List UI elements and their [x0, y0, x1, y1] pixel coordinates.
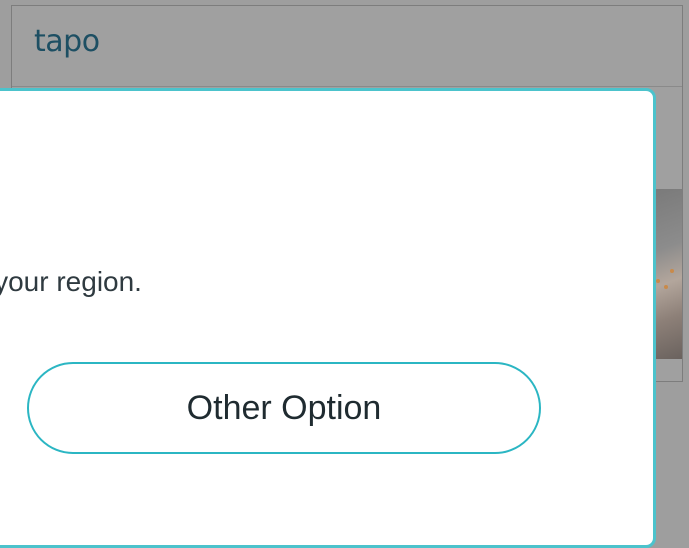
other-option-button[interactable]: Other Option — [27, 362, 541, 454]
tapo-logo: tapo — [34, 24, 100, 59]
dialog-message-text: r your region. — [0, 266, 142, 297]
dialog-message: r your region. — [0, 266, 142, 298]
screen: tapo r your region. Other Option — [0, 0, 689, 548]
background-header: tapo — [12, 6, 682, 87]
other-option-label: Other Option — [186, 388, 382, 427]
region-dialog: r your region. Other Option — [0, 88, 656, 548]
background-product-image — [652, 189, 682, 359]
